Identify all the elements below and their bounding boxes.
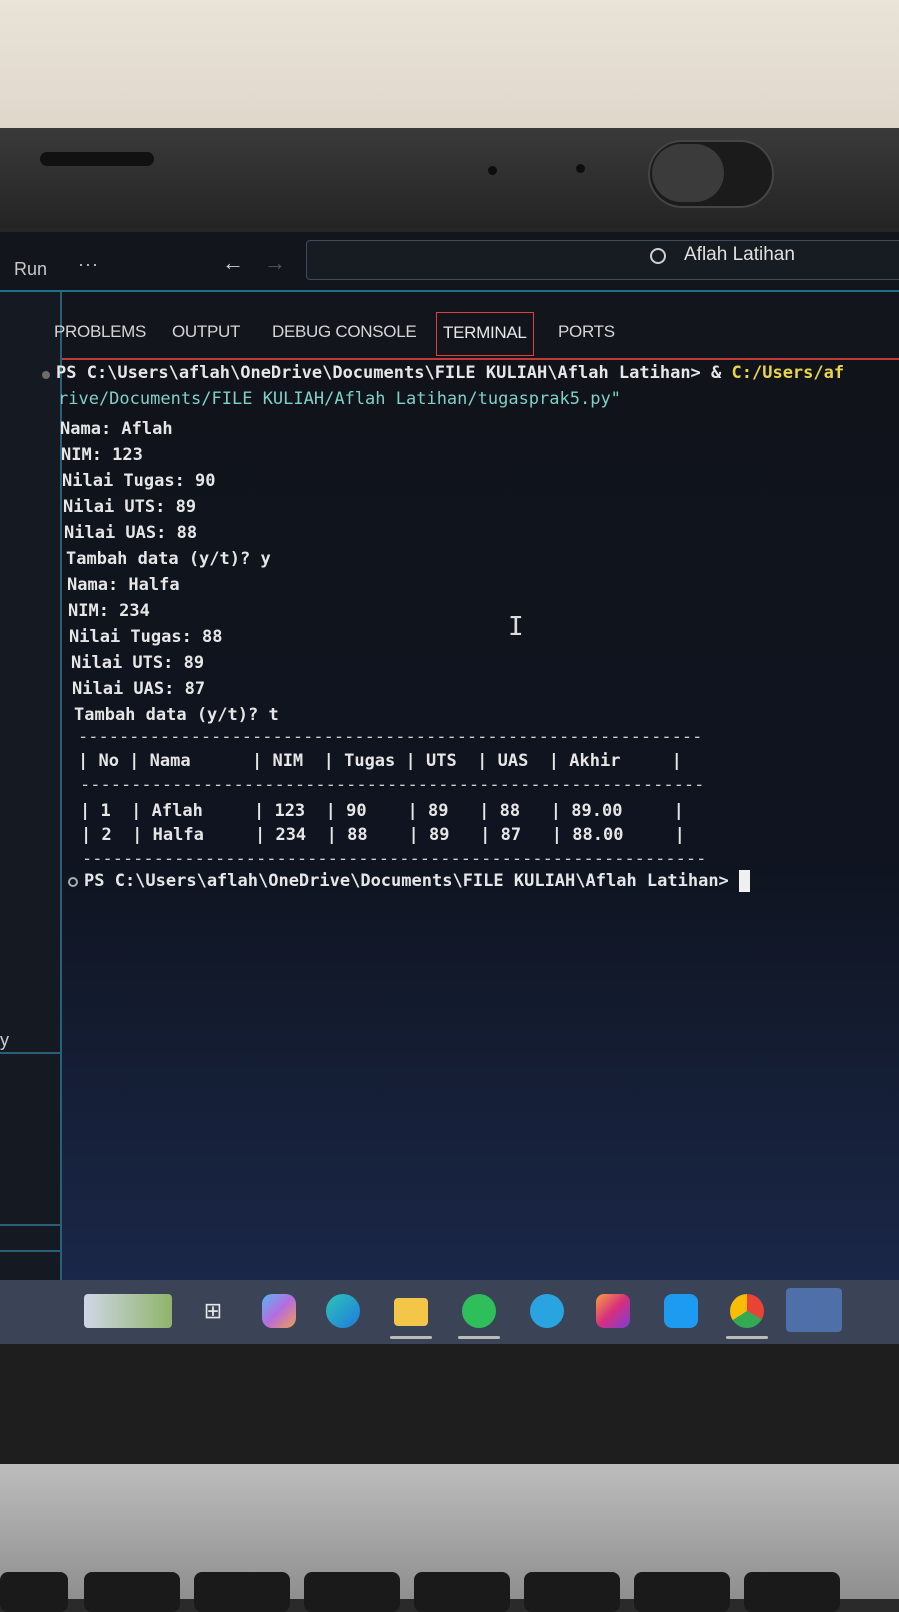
menu-run[interactable]: Run — [14, 259, 47, 280]
twitter-icon[interactable] — [664, 1294, 698, 1328]
widgets-icon[interactable] — [84, 1294, 172, 1328]
output-line: Nilai UTS: 89 — [63, 497, 197, 517]
keyboard-key — [84, 1572, 180, 1612]
task-view-icon[interactable]: ⊞ — [196, 1294, 230, 1328]
sensor-dot — [576, 164, 585, 173]
keyboard-key — [524, 1572, 620, 1612]
tab-terminal[interactable]: TERMINAL — [436, 312, 534, 356]
menu-more-button[interactable]: ··· — [78, 254, 99, 275]
keyboard-key — [414, 1572, 510, 1612]
title-bar: Run ··· ← → Aflah Latihan — [0, 232, 899, 292]
table-rule: ----------------------------------------… — [80, 775, 705, 795]
taskbar: ⊞ — [0, 1280, 899, 1344]
whatsapp-icon[interactable] — [462, 1294, 496, 1328]
command-continuation: rive/Documents/FILE KULIAH/Aflah Latihan… — [58, 389, 621, 409]
keyboard-key — [0, 1572, 68, 1612]
table-row: | 1 | Aflah | 123 | 90 | 89 | 88 | 89.00… — [80, 801, 684, 821]
keyboard-key — [634, 1572, 730, 1612]
output-line: Nama: Aflah — [60, 419, 173, 439]
bezel-slot — [40, 152, 154, 166]
telegram-icon[interactable] — [530, 1294, 564, 1328]
table-rule: ----------------------------------------… — [82, 849, 707, 869]
output-line: Nilai UAS: 87 — [72, 679, 206, 699]
sidebar-divider — [0, 1052, 60, 1054]
search-workspace-name[interactable]: Aflah Latihan — [684, 244, 795, 266]
keyboard-key — [744, 1572, 840, 1612]
text-cursor-icon: I — [508, 612, 524, 642]
running-indicator — [726, 1336, 768, 1339]
keyboard-key — [194, 1572, 290, 1612]
command-line: PS C:\Users\aflah\OneDrive\Documents\FIL… — [56, 363, 845, 383]
panel-divider — [62, 358, 899, 360]
output-line: Tambah data (y/t)? y — [66, 549, 271, 569]
laptop-chin — [0, 1344, 899, 1464]
tab-debug-console[interactable]: DEBUG CONSOLE — [272, 322, 417, 342]
tab-output[interactable]: OUTPUT — [172, 322, 240, 342]
sensor-dot — [488, 166, 497, 175]
chrome-icon[interactable] — [730, 1294, 764, 1328]
output-line: Tambah data (y/t)? t — [74, 705, 279, 725]
terminal-cursor — [739, 870, 751, 892]
screen: Run ··· ← → Aflah Latihan y PROBLEMS OUT… — [0, 232, 899, 1280]
copilot-icon[interactable] — [262, 1294, 296, 1328]
prompt-status-dot — [68, 877, 78, 887]
back-arrow-icon[interactable]: ← — [222, 250, 244, 276]
table-header: | No | Nama | NIM | Tugas | UTS | UAS | … — [78, 751, 682, 771]
vscode-icon[interactable] — [786, 1288, 842, 1332]
running-indicator — [458, 1336, 500, 1339]
keyboard-key — [304, 1572, 400, 1612]
output-line: Nilai Tugas: 90 — [62, 471, 216, 491]
sidebar: y — [0, 292, 62, 1280]
command-center-search[interactable] — [306, 240, 899, 280]
prompt-line[interactable]: PS C:\Users\aflah\OneDrive\Documents\FIL… — [84, 870, 751, 892]
sidebar-divider — [0, 1250, 60, 1252]
tab-problems[interactable]: PROBLEMS — [54, 322, 146, 342]
output-line: Nama: Halfa — [67, 575, 180, 595]
search-icon — [650, 248, 666, 264]
sidebar-divider — [0, 1224, 60, 1226]
forward-arrow-icon[interactable]: → — [264, 250, 286, 276]
output-line: NIM: 123 — [61, 445, 143, 465]
output-line: NIM: 234 — [68, 601, 150, 621]
webcam-shutter-knob — [652, 144, 724, 202]
output-line: Nilai UAS: 88 — [64, 523, 198, 543]
file-explorer-icon[interactable] — [394, 1298, 428, 1326]
edge-icon[interactable] — [326, 1294, 360, 1328]
output-line: Nilai Tugas: 88 — [69, 627, 223, 647]
output-line: Nilai UTS: 89 — [71, 653, 205, 673]
tab-ports[interactable]: PORTS — [558, 322, 615, 342]
running-indicator — [390, 1336, 432, 1339]
command-status-dot — [42, 371, 50, 379]
instagram-icon[interactable] — [596, 1294, 630, 1328]
table-rule: ----------------------------------------… — [78, 727, 703, 747]
panel-tab-bar: PROBLEMS OUTPUT DEBUG CONSOLE TERMINAL P… — [54, 292, 899, 358]
table-row: | 2 | Halfa | 234 | 88 | 89 | 87 | 88.00… — [81, 825, 685, 845]
terminal-output[interactable]: PS C:\Users\aflah\OneDrive\Documents\FIL… — [42, 362, 899, 1262]
sidebar-partial-label: y — [0, 1030, 9, 1050]
